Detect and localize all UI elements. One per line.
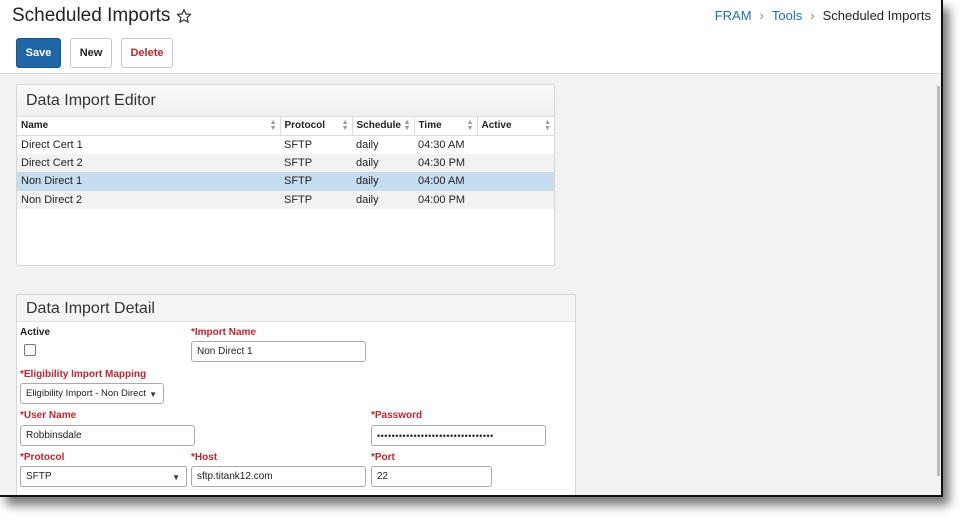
cell-protocol: SFTP xyxy=(280,153,352,172)
cell-schedule: daily xyxy=(352,190,414,209)
new-button[interactable]: New xyxy=(70,38,112,68)
page-title-text: Scheduled Imports xyxy=(12,5,171,26)
cell-active xyxy=(477,172,554,191)
table-row[interactable]: Non Direct 2 SFTP daily 04:00 PM xyxy=(17,190,554,209)
delete-button[interactable]: Delete xyxy=(121,38,173,68)
table-row[interactable]: Direct Cert 2 SFTP daily 04:30 PM xyxy=(17,153,554,172)
protocol-select-value: SFTP xyxy=(26,471,52,482)
cell-active xyxy=(477,153,554,172)
mapping-select[interactable]: Eligibility Import - Non Direct ▼ xyxy=(20,383,164,404)
chevron-right-icon: › xyxy=(759,8,764,23)
column-header-schedule[interactable]: Schedule ▲ ▼ xyxy=(352,117,415,136)
cell-schedule: daily xyxy=(356,138,379,151)
sort-icon: ▲ ▼ xyxy=(466,119,474,132)
cell-protocol: SFTP xyxy=(284,138,313,151)
table-row-selected[interactable]: Non Direct 1 SFTP daily 04:00 AM xyxy=(17,172,554,191)
host-field[interactable]: sftp.titank12.com xyxy=(191,466,366,487)
top-bar: Scheduled Imports FRAM › Tools › Schedul… xyxy=(0,0,941,74)
app-window: Scheduled Imports FRAM › Tools › Schedul… xyxy=(0,0,943,497)
cell-time: 04:30 AM xyxy=(418,138,465,151)
column-header-label: Time xyxy=(418,120,442,132)
cell-time: 04:30 PM xyxy=(414,153,477,172)
cell-time: 04:00 AM xyxy=(414,172,477,191)
mapping-label: *Eligibility Import Mapping xyxy=(20,369,147,380)
active-checkbox[interactable] xyxy=(24,344,36,356)
port-label: *Port xyxy=(371,452,395,463)
cell-schedule: daily xyxy=(352,172,414,191)
chevron-down-icon: ▼ xyxy=(172,473,180,482)
column-header-active[interactable]: Active ▲ ▼ xyxy=(477,117,554,136)
toolbar: Save New Delete xyxy=(16,38,173,68)
cell-protocol: SFTP xyxy=(280,190,352,209)
column-header-time[interactable]: Time ▲ ▼ xyxy=(414,117,478,136)
table-header-row: Name ▲ ▼ Protocol ▲ ▼ Schedule ▲ ▼ Time ▲ ▼ Acti… xyxy=(17,117,554,136)
protocol-select[interactable]: SFTP ▼ xyxy=(20,466,187,487)
column-header-protocol[interactable]: Protocol ▲ ▼ xyxy=(280,117,353,136)
breadcrumb-tools[interactable]: Tools xyxy=(772,8,802,23)
cell-name: Direct Cert 2 xyxy=(17,153,280,172)
port-field[interactable]: 22 xyxy=(371,466,492,487)
star-icon[interactable] xyxy=(176,8,192,24)
detail-panel-title: Data Import Detail xyxy=(17,295,575,322)
chevron-down-icon: ▼ xyxy=(149,390,157,399)
cell-name: Non Direct 2 xyxy=(17,190,280,209)
breadcrumb-fram[interactable]: FRAM xyxy=(715,8,752,23)
password-label: *Password xyxy=(371,410,423,421)
cell-time: 04:00 PM xyxy=(414,190,477,209)
column-header-label: Name xyxy=(21,120,49,132)
import-name-label: *Import Name xyxy=(191,327,257,338)
import-name-field[interactable]: Non Direct 1 xyxy=(191,341,366,362)
mapping-select-value: Eligibility Import - Non Direct xyxy=(26,388,146,399)
editor-panel-title: Data Import Editor xyxy=(17,85,554,117)
cell-name: Direct Cert 1 xyxy=(21,138,83,151)
cell-name: Non Direct 1 xyxy=(17,172,280,191)
page-title: Scheduled Imports xyxy=(12,5,192,27)
column-header-label: Active xyxy=(481,120,512,132)
active-label: Active xyxy=(20,327,51,338)
save-button[interactable]: Save xyxy=(16,38,61,68)
password-field[interactable]: •••••••••••••••••••••••••••••••• xyxy=(371,425,546,446)
column-header-label: Protocol xyxy=(284,120,326,132)
table-row[interactable]: Direct Cert 1 SFTP daily 04:30 AM xyxy=(17,135,554,154)
cell-active xyxy=(477,135,554,154)
breadcrumb-current: Scheduled Imports xyxy=(822,8,931,23)
cell-schedule: daily xyxy=(352,153,414,172)
host-label: *Host xyxy=(191,452,218,463)
user-name-field[interactable]: Robbinsdale xyxy=(20,425,195,446)
data-import-detail-panel: Data Import Detail Active *Import Name N… xyxy=(16,294,576,495)
cell-active xyxy=(477,190,554,209)
protocol-label: *Protocol xyxy=(20,452,65,463)
chevron-right-icon: › xyxy=(810,8,815,23)
column-header-name[interactable]: Name ▲ ▼ xyxy=(17,117,281,136)
data-import-editor-panel: Data Import Editor Name ▲ ▼ Protocol ▲ ▼ Sch… xyxy=(16,84,555,266)
sort-icon: ▲ ▼ xyxy=(403,119,411,132)
sort-icon: ▲ ▼ xyxy=(269,119,277,132)
cell-protocol: SFTP xyxy=(280,172,352,191)
page-scrollbar[interactable] xyxy=(937,86,940,476)
sort-icon: ▲ ▼ xyxy=(544,119,551,132)
user-name-label: *User Name xyxy=(20,410,77,421)
sort-icon: ▲ ▼ xyxy=(341,119,349,132)
column-header-label: Schedule xyxy=(356,120,401,132)
breadcrumb: FRAM › Tools › Scheduled Imports xyxy=(715,8,931,23)
imports-table: Name ▲ ▼ Protocol ▲ ▼ Schedule ▲ ▼ Time ▲ ▼ Acti… xyxy=(17,117,554,209)
